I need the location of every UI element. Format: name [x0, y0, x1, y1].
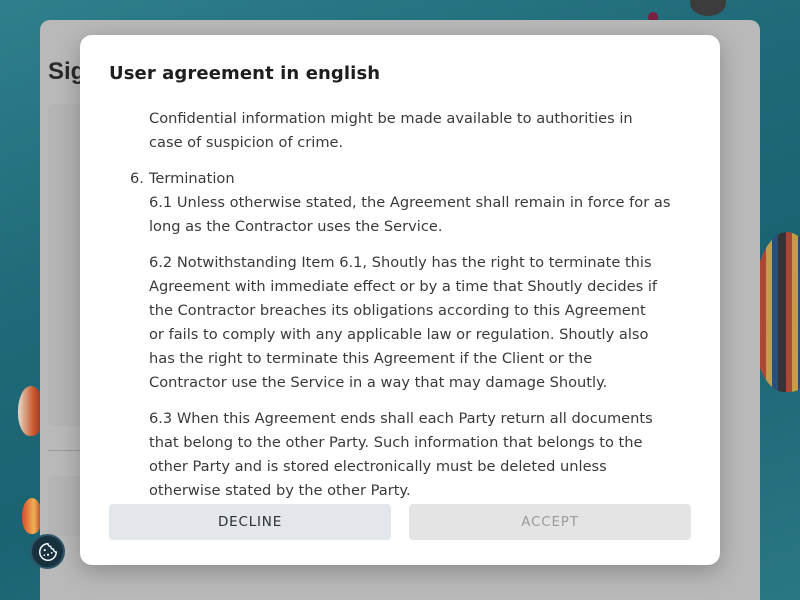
text-line: that belong to the other Party. Such inf…	[149, 434, 643, 451]
text-line: case of suspicion of crime.	[149, 134, 344, 151]
agreement-scroll-area[interactable]: Confidential information might be made a…	[109, 107, 691, 501]
agreement-paragraph: 6.1 Unless otherwise stated, the Agreeme…	[149, 191, 691, 239]
dialog-title: User agreement in english	[109, 63, 381, 84]
section-number: 6.	[130, 170, 144, 187]
agreement-paragraph: 6.2 Notwithstanding Item 6.1, Shoutly ha…	[149, 251, 691, 395]
decline-button[interactable]: DECLINE	[109, 504, 391, 540]
accept-button[interactable]: ACCEPT	[409, 504, 691, 540]
text-line: Contractor use the Service in a way that…	[149, 374, 608, 391]
cookie-settings-button[interactable]	[30, 534, 65, 569]
text-line: or fails to comply with any applicable l…	[149, 326, 649, 343]
dialog-actions: DECLINE ACCEPT	[109, 504, 691, 540]
cookie-icon	[38, 542, 57, 561]
agreement-paragraph: Confidential information might be made a…	[149, 107, 691, 155]
text-line: otherwise stated by the other Party.	[149, 482, 411, 499]
section-heading: 6. Termination	[109, 167, 691, 191]
text-line: 6.3 When this Agreement ends shall each …	[149, 410, 653, 427]
user-agreement-dialog: User agreement in english Confidential i…	[80, 35, 720, 565]
agreement-paragraph: 6.3 When this Agreement ends shall each …	[149, 407, 691, 501]
text-line: Agreement with immediate effect or by a …	[149, 278, 658, 295]
text-line: 6.1 Unless otherwise stated, the Agreeme…	[149, 194, 671, 211]
text-line: the Contractor breaches its obligations …	[149, 302, 646, 319]
text-line: long as the Contractor uses the Service.	[149, 218, 443, 235]
text-line: has the right to terminate this Agreemen…	[149, 350, 593, 367]
text-line: other Party and is stored electronically…	[149, 458, 607, 475]
text-line: 6.2 Notwithstanding Item 6.1, Shoutly ha…	[149, 254, 652, 271]
section-title: Termination	[149, 170, 235, 187]
text-line: Confidential information might be made a…	[149, 110, 633, 127]
